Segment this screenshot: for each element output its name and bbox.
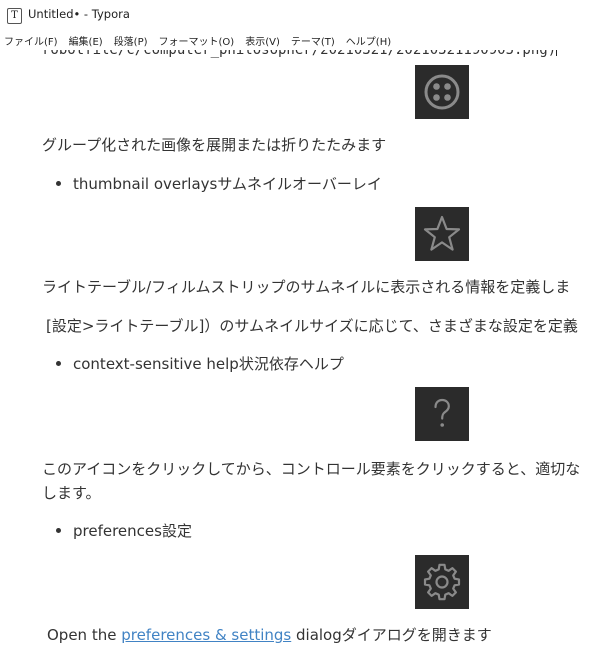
paragraph-help-click: このアイコンをクリックしてから、コントロール要素をクリックすると、適切な — [42, 460, 581, 478]
menu-format[interactable]: フォーマット(O) — [155, 33, 242, 48]
group-expand-icon — [415, 65, 469, 119]
menu-view[interactable]: 表示(V) — [241, 33, 287, 48]
gear-icon — [415, 555, 469, 609]
paragraph-open-preferences: Open the preferences & settings dialogダイ… — [47, 626, 492, 644]
menu-help[interactable]: ヘルプ(H) — [342, 33, 398, 48]
editor-area[interactable]: robotfile/c/computer_philosopher/2021032… — [0, 30, 610, 662]
list-item-context-help: context-sensitive help状況依存ヘルプ — [56, 353, 344, 374]
menu-theme[interactable]: テーマ(T) — [287, 33, 342, 48]
menu-file[interactable]: ファイル(F) — [0, 33, 65, 48]
question-icon — [415, 387, 469, 441]
paragraph-thumbnail-size: [設定>ライトテーブル]）のサムネイルサイズに応じて、さまざまな設定を定義 — [46, 317, 578, 335]
paragraph-group-expand: グループ化された画像を展開または折りたたみます — [42, 136, 387, 154]
title-bar: T Untitled• - Typora — [0, 0, 610, 30]
typora-window: T Untitled• - Typora robotfile/c/compute… — [0, 0, 610, 662]
list-item-preferences: preferences設定 — [56, 520, 192, 541]
list-item-thumbnail-overlays: thumbnail overlaysサムネイルオーバーレイ — [56, 173, 382, 194]
typora-app-icon: T — [7, 8, 22, 24]
preferences-settings-link[interactable]: preferences & settings — [121, 626, 291, 644]
window-title: Untitled• - Typora — [28, 7, 130, 21]
star-icon — [415, 207, 469, 261]
menu-edit[interactable]: 編集(E) — [65, 33, 110, 48]
menu-bar: ファイル(F) 編集(E) 段落(P) フォーマット(O) 表示(V) テーマ(… — [0, 30, 610, 50]
paragraph-lighttable-info: ライトテーブル/フィルムストリップのサムネイルに表示される情報を定義しま — [42, 278, 571, 296]
menu-paragraph[interactable]: 段落(P) — [110, 33, 155, 48]
paragraph-help-click-cont: します。 — [42, 484, 101, 502]
